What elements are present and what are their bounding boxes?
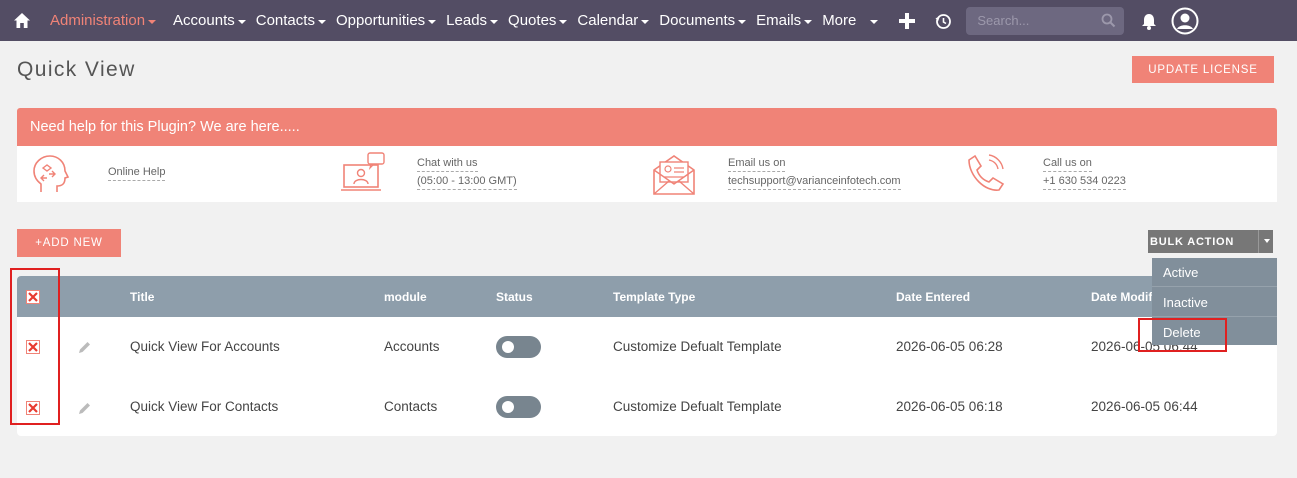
menu-item-active[interactable]: Active [1152,258,1277,287]
notification-bell-icon[interactable] [1131,0,1167,41]
toggle-knob [502,341,514,353]
menu-item-inactive[interactable]: Inactive [1152,288,1277,317]
quick-view-table: Title module Status Template Type Date E… [17,276,1277,436]
top-nav: Administration Accounts Contacts Opportu… [0,0,1297,41]
status-toggle[interactable] [496,336,541,358]
column-header-status[interactable]: Status [496,290,533,304]
search-icon[interactable] [1101,13,1116,33]
email-label: Email us on [728,156,786,172]
help-panel: Online Help Chat with us (05:00 - 13:00 … [17,146,1277,202]
add-new-button[interactable]: +ADD NEW [17,229,121,257]
support-email-link[interactable]: techsupport@varianceinfotech.com [728,174,901,190]
nav-item-more[interactable]: More [817,0,883,41]
row-template-type: Customize Defualt Template [613,399,782,414]
chevron-down-icon [428,19,437,24]
status-toggle[interactable] [496,396,541,418]
nav-item-documents[interactable]: Documents [654,0,751,41]
chat-item[interactable]: Chat with us (05:00 - 13:00 GMT) [339,146,517,202]
row-date-entered: 2026-06-05 06:18 [896,399,1003,414]
chevron-down-icon [148,19,157,24]
bulk-action-label: BULK ACTION [1150,235,1235,248]
caret-down-icon[interactable] [1264,239,1270,243]
chat-hours[interactable]: (05:00 - 13:00 GMT) [417,174,517,190]
nav-item-accounts[interactable]: Accounts [168,0,251,41]
nav-item-emails[interactable]: Emails [751,0,817,41]
chevron-down-icon [317,19,326,24]
email-item[interactable]: Email us on techsupport@varianceinfotech… [650,146,901,202]
row-module: Contacts [384,399,438,414]
page-title: Quick View [17,58,136,81]
nav-item-calendar[interactable]: Calendar [572,0,654,41]
row-title[interactable]: Quick View For Contacts [130,399,278,414]
bulk-action-divider [1258,230,1259,253]
chevron-down-icon [738,19,747,24]
email-envelope-icon [653,155,695,195]
row-template-type: Customize Defualt Template [613,339,782,354]
chevron-down-icon [641,19,650,24]
chat-label: Chat with us [417,156,478,172]
search-input[interactable] [966,6,1097,35]
online-help-item[interactable]: Online Help [27,146,166,202]
call-label: Call us on [1043,156,1092,172]
search-box [966,6,1125,35]
column-header-date-entered[interactable]: Date Entered [896,290,970,304]
row-date-modified: 2026-06-05 06:44 [1091,399,1198,414]
head-gears-icon [33,155,70,192]
nav-item-leads[interactable]: Leads [441,0,503,41]
delete-option-highlight [1138,318,1227,352]
chevron-down-icon [237,19,246,24]
chevron-down-icon [870,19,879,24]
column-header-module[interactable]: module [384,290,427,304]
row-module: Accounts [384,339,440,354]
column-header-template-type[interactable]: Template Type [613,290,695,304]
nav-item-administration[interactable]: Administration [44,0,168,41]
user-avatar-icon[interactable] [1167,0,1203,41]
table-row: Quick View For Accounts Accounts Customi… [17,317,1277,377]
online-help-link[interactable]: Online Help [108,165,166,181]
phone-number-link[interactable]: +1 630 534 0223 [1043,174,1126,190]
chevron-down-icon [559,19,568,24]
table-row: Quick View For Contacts Contacts Customi… [17,377,1277,436]
row-date-entered: 2026-06-05 06:28 [896,339,1003,354]
call-item[interactable]: Call us on +1 630 534 0223 [961,146,1126,202]
edit-pencil-icon[interactable] [77,401,92,416]
bulk-action-button[interactable]: BULK ACTION [1148,230,1273,253]
history-icon[interactable] [925,0,961,41]
table-header: Title module Status Template Type Date E… [17,276,1277,317]
chat-laptop-icon [341,152,385,191]
create-plus-icon[interactable] [889,0,925,41]
toggle-knob [502,401,514,413]
checkbox-column-highlight [10,268,60,425]
nav-item-contacts[interactable]: Contacts [251,0,331,41]
phone-icon [968,154,1005,191]
chevron-down-icon [804,19,813,24]
update-license-button[interactable]: UPDATE LICENSE [1132,56,1274,83]
row-title[interactable]: Quick View For Accounts [130,339,280,354]
home-icon[interactable] [0,0,44,41]
nav-item-opportunities[interactable]: Opportunities [331,0,441,41]
help-banner: Need help for this Plugin? We are here..… [17,108,1277,146]
nav-item-quotes[interactable]: Quotes [503,0,572,41]
edit-pencil-icon[interactable] [77,340,92,355]
column-header-title[interactable]: Title [130,290,154,304]
chevron-down-icon [490,19,499,24]
